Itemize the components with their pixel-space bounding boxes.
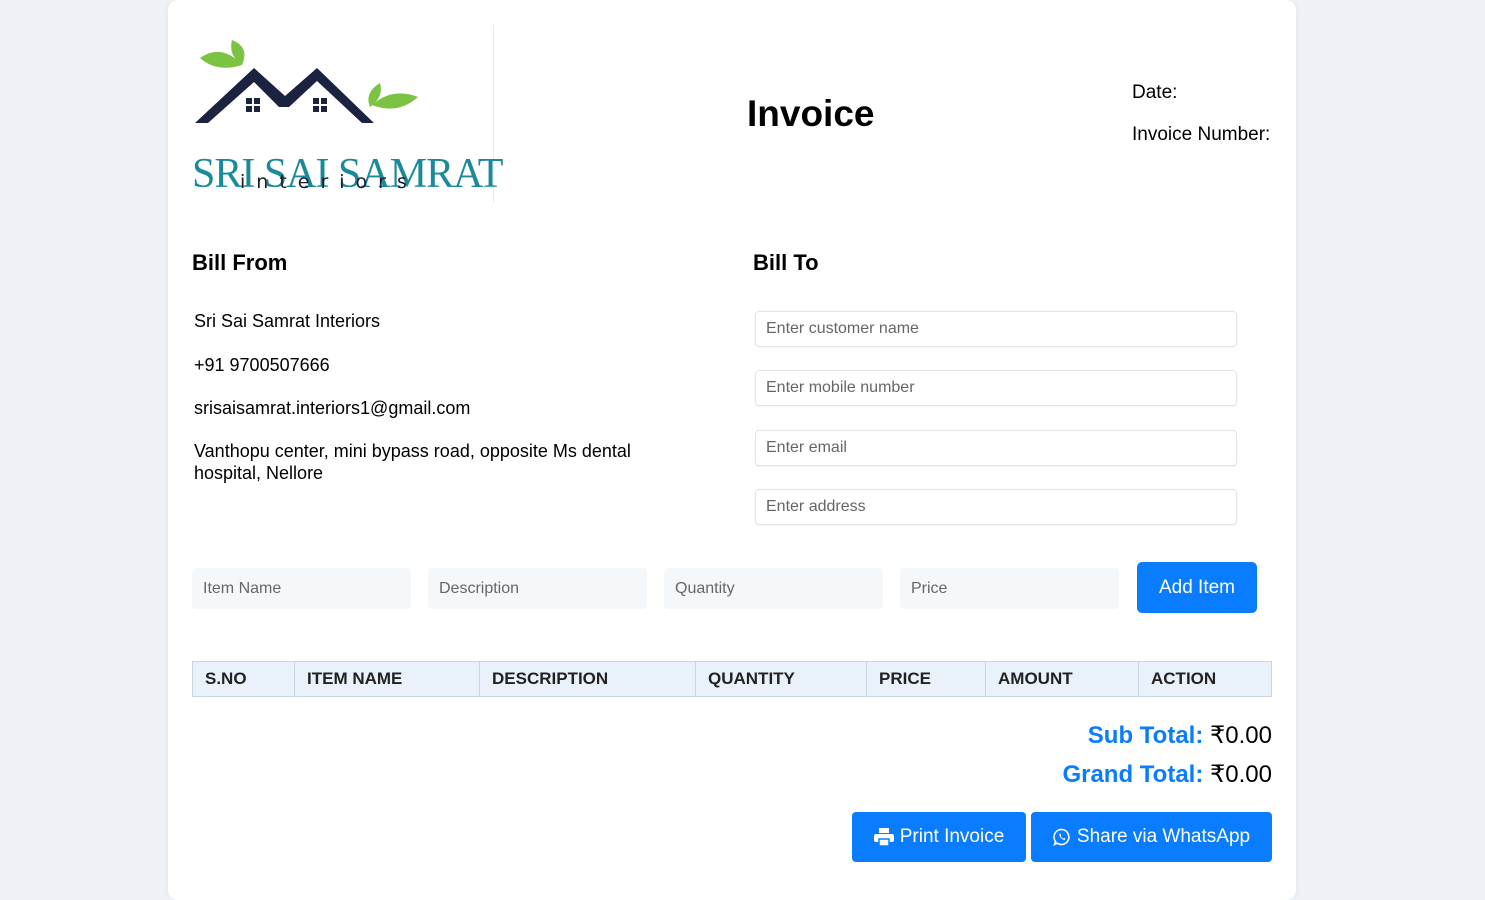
email-input[interactable] bbox=[755, 430, 1237, 466]
subtotal-value: ₹0.00 bbox=[1210, 722, 1272, 749]
price-input[interactable] bbox=[900, 568, 1119, 609]
column-header: ITEM NAME bbox=[294, 661, 480, 697]
column-header: QUANTITY bbox=[695, 661, 867, 697]
print-invoice-button[interactable]: Print Invoice bbox=[852, 812, 1026, 862]
share-whatsapp-label: Share via WhatsApp bbox=[1076, 826, 1251, 847]
grand-total-value: ₹0.00 bbox=[1210, 761, 1272, 788]
printer-icon bbox=[873, 828, 894, 846]
bill-from-company: Sri Sai Samrat Interiors bbox=[194, 311, 381, 331]
share-whatsapp-button[interactable]: Share via WhatsApp bbox=[1031, 812, 1272, 862]
invoice-number-label: Invoice Number: bbox=[1132, 124, 1271, 145]
customer-name-input[interactable] bbox=[755, 311, 1237, 347]
bill-from-heading: Bill From bbox=[192, 250, 288, 275]
table-header-row: S.NO ITEM NAME DESCRIPTION QUANTITY PRIC… bbox=[192, 661, 1272, 697]
column-header: S.NO bbox=[192, 661, 295, 697]
bill-from-address: Vanthopu center, mini bypass road, oppos… bbox=[194, 441, 631, 483]
logo-tagline: interiors bbox=[240, 171, 418, 193]
grand-total-label: Grand Total: bbox=[1062, 761, 1204, 788]
column-header: ACTION bbox=[1138, 661, 1272, 697]
bill-to-heading: Bill To bbox=[753, 250, 819, 275]
page-title: Invoice bbox=[747, 93, 875, 134]
item-name-input[interactable] bbox=[192, 568, 411, 609]
description-input[interactable] bbox=[428, 568, 647, 609]
whatsapp-icon bbox=[1052, 828, 1070, 846]
mobile-number-input[interactable] bbox=[755, 370, 1237, 406]
print-invoice-label: Print Invoice bbox=[899, 826, 1005, 847]
house-logo-icon bbox=[195, 40, 418, 123]
column-header: AMOUNT bbox=[985, 661, 1139, 697]
quantity-input[interactable] bbox=[664, 568, 883, 609]
bill-from-email: srisaisamrat.interiors1@gmail.com bbox=[194, 398, 471, 418]
column-header: PRICE bbox=[866, 661, 986, 697]
address-input[interactable] bbox=[755, 489, 1237, 525]
items-table: S.NO ITEM NAME DESCRIPTION QUANTITY PRIC… bbox=[192, 661, 1272, 697]
add-item-button[interactable]: Add Item bbox=[1137, 562, 1257, 613]
column-header: DESCRIPTION bbox=[479, 661, 696, 697]
subtotal-row: Sub Total: ₹0.00 bbox=[1088, 721, 1272, 750]
bill-from-phone: +91 9700507666 bbox=[194, 355, 330, 375]
grand-total-row: Grand Total: ₹0.00 bbox=[1062, 760, 1272, 789]
date-label: Date: bbox=[1132, 82, 1178, 103]
subtotal-label: Sub Total: bbox=[1087, 722, 1204, 749]
company-logo: SRI SAI SAMRAT interiors bbox=[192, 25, 503, 203]
